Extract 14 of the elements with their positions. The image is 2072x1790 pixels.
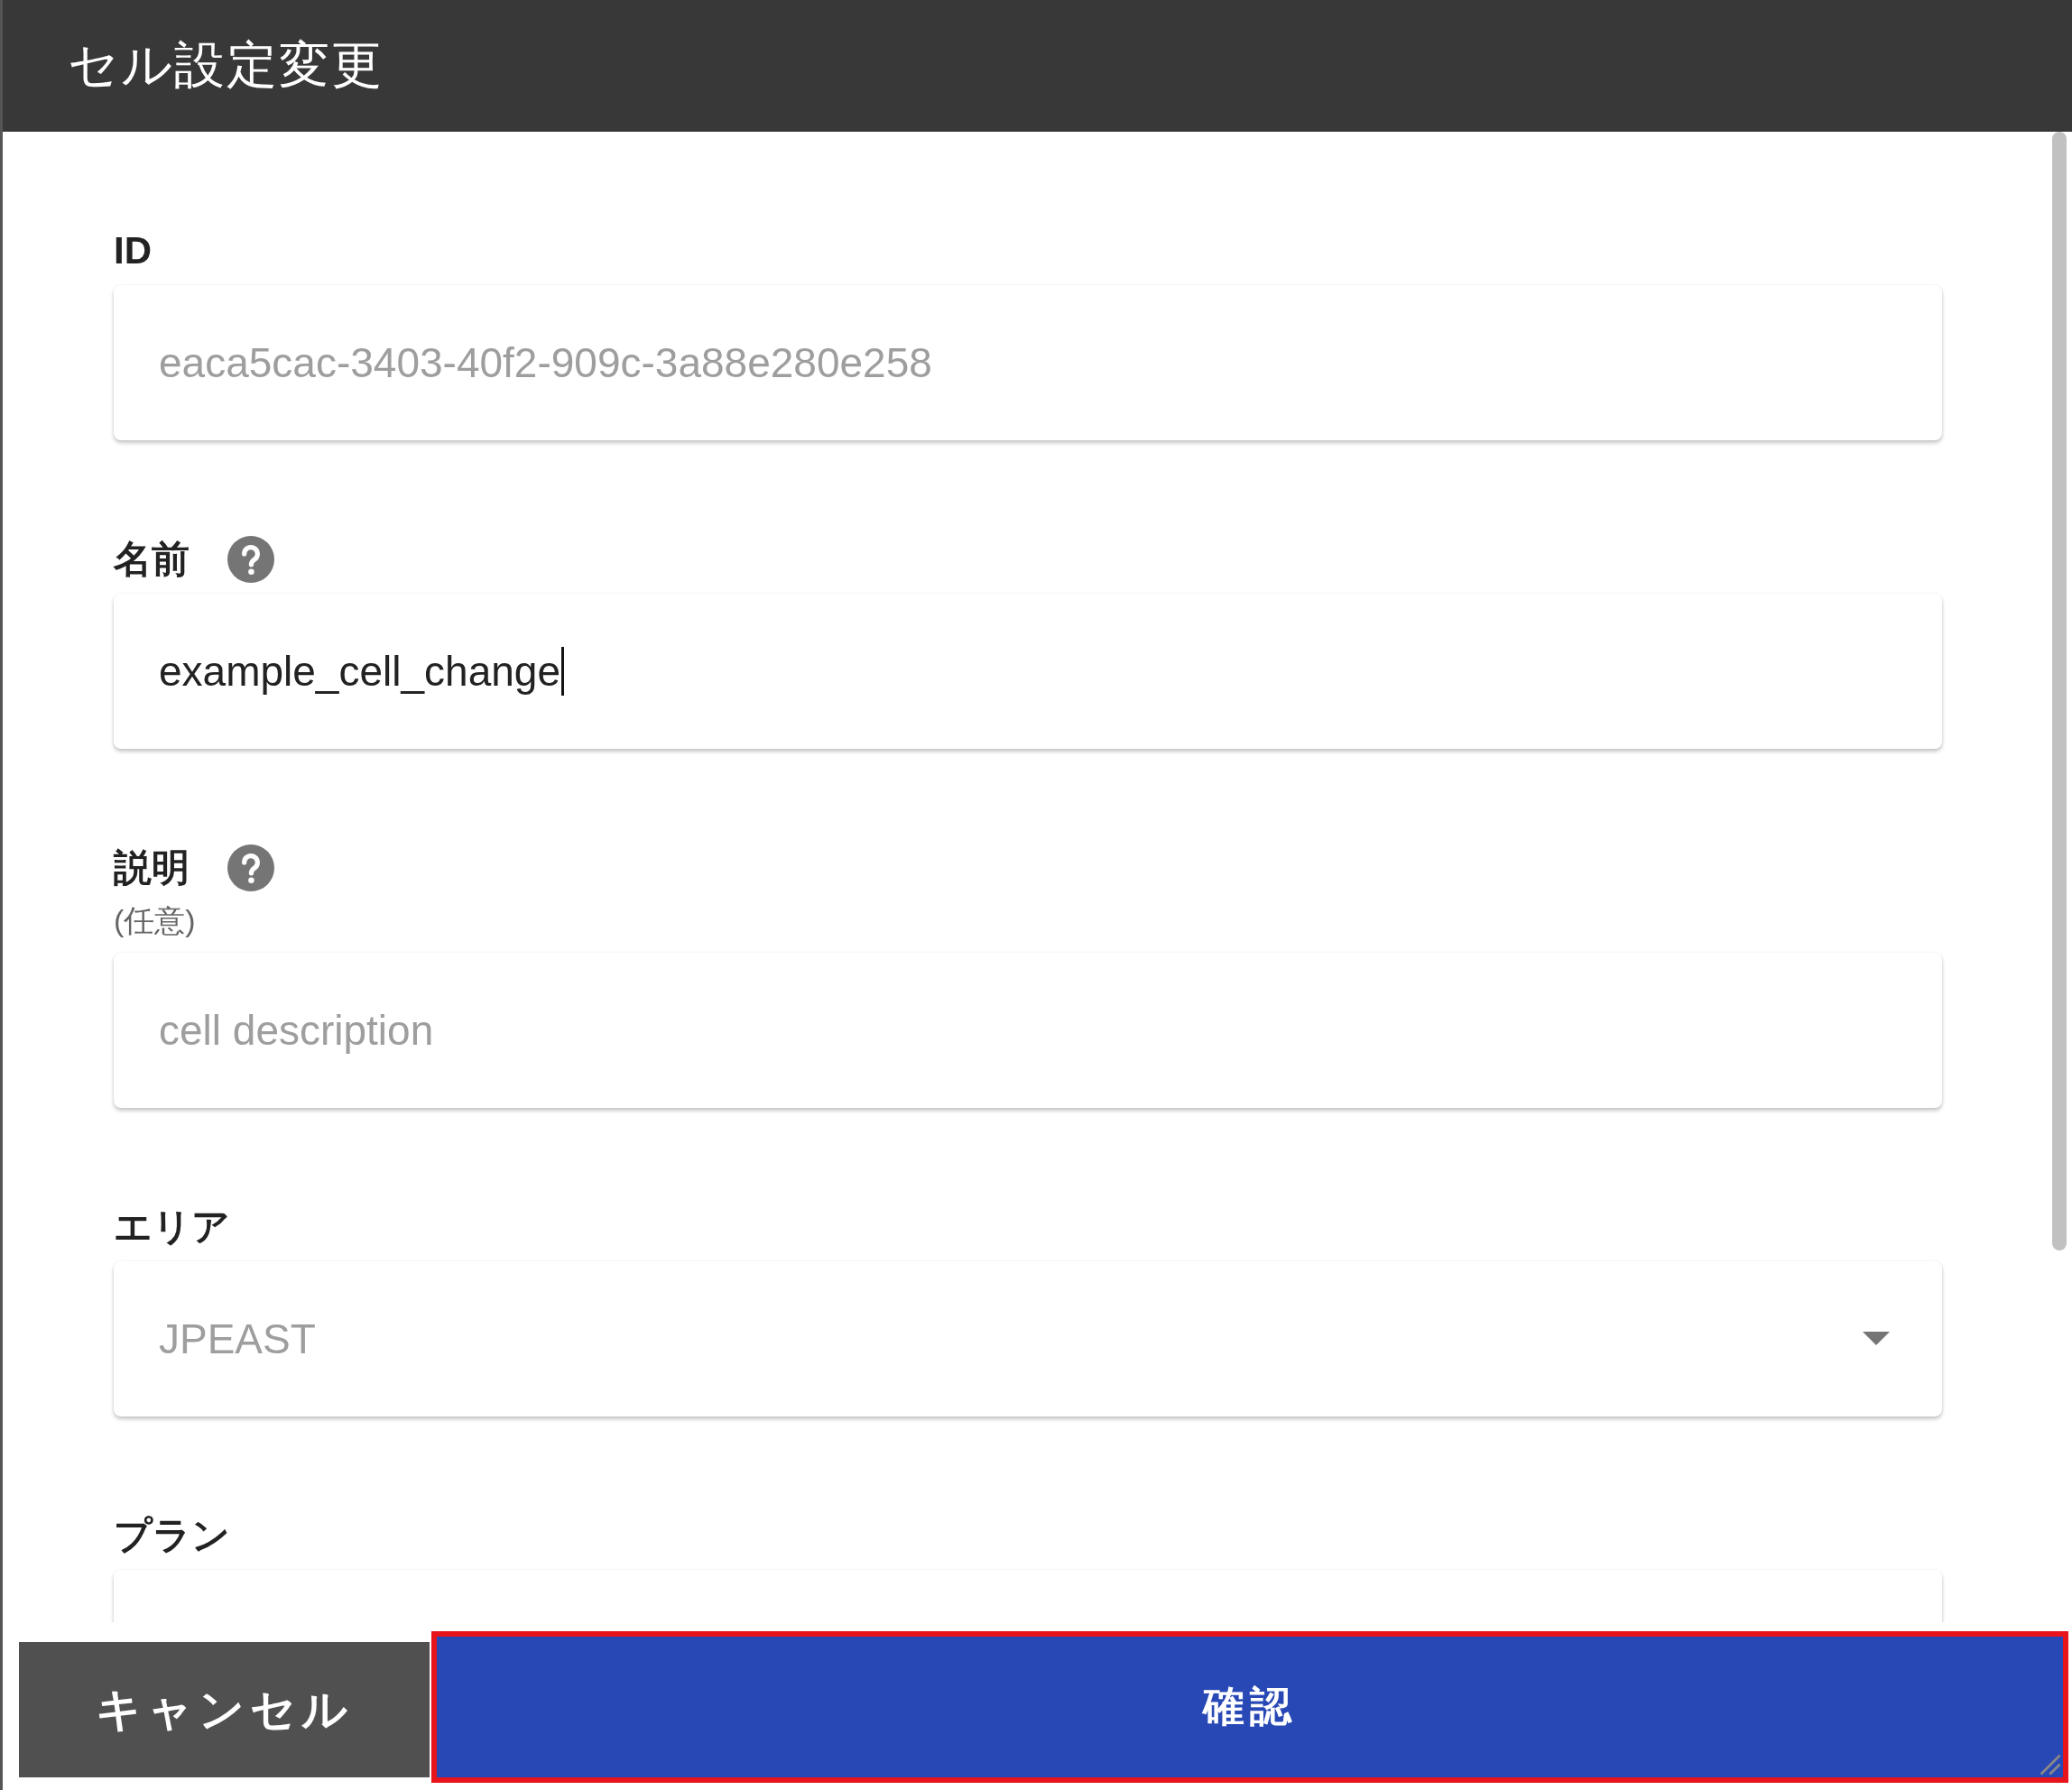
- dropdown-caret-icon: [1863, 1332, 1890, 1345]
- field-label: 名前: [114, 537, 190, 582]
- help-icon[interactable]: [227, 844, 274, 891]
- help-icon[interactable]: [227, 536, 274, 583]
- field-label: エリア: [114, 1204, 230, 1250]
- field-label: ID: [114, 229, 152, 272]
- cancel-button[interactable]: キャンセル: [19, 1642, 430, 1777]
- field-label: 説明: [114, 845, 190, 890]
- input-field[interactable]: example_cell_change: [114, 594, 1942, 749]
- dialog-title: セル設定変更: [68, 35, 384, 95]
- text-cursor: [561, 647, 564, 696]
- field-label: プラン: [114, 1513, 230, 1558]
- scrollbar-thumb[interactable]: [2052, 132, 2067, 1250]
- optional-note: (任意): [114, 902, 197, 939]
